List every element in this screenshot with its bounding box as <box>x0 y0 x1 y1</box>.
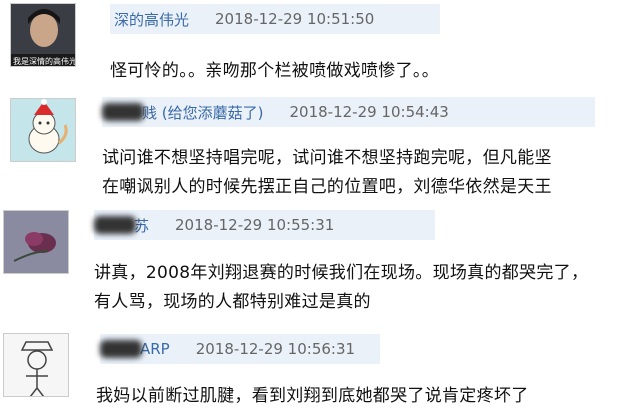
comment-line: 讲真，2008年刘翔退赛的时候我们在现场。现场真的都哭完了， <box>94 263 589 283</box>
avatar[interactable] <box>3 210 69 274</box>
avatar[interactable]: 我是深情的高伟光 <box>10 3 76 67</box>
comment-meta: ARP 2018-12-29 10:56:31 <box>100 334 380 364</box>
comment-line: 试问谁不想坚持唱完呢，试问谁不想坚持跑完呢，但凡能坚 <box>102 148 552 168</box>
comment-text: 怪可怜的。。亲吻那个栏被喷做戏喷惨了。。 <box>110 57 439 86</box>
timestamp: 2018-12-29 10:55:31 <box>175 216 335 234</box>
avatar-caption: 我是深情的高伟光 <box>13 57 76 66</box>
timestamp: 2018-12-29 10:51:50 <box>215 10 375 28</box>
comment-line: 怪可怜的。。亲吻那个栏被喷做戏喷惨了。。 <box>110 61 439 81</box>
comment-text: 我妈以前断过肌腱，看到刘翔到底她都哭了说肯定疼坏了 <box>96 382 529 411</box>
comment-line: 有人骂，现场的人都特别难过是真的 <box>94 292 371 312</box>
avatar[interactable] <box>10 98 76 162</box>
comment-line: 我妈以前断过肌腱，看到刘翔到底她都哭了说肯定疼坏了 <box>96 386 529 406</box>
comment-text: 试问谁不想坚持唱完呢，试问谁不想坚持跑完呢，但凡能坚 在嘲讽别人的时候先摆正自己… <box>102 144 552 202</box>
flower-photo-icon <box>4 211 68 273</box>
sketch-figure-icon <box>4 334 68 396</box>
username-link[interactable]: 深的高伟光 <box>110 9 189 30</box>
comment-line: 在嘲讽别人的时候先摆正自己的位置吧，刘德华依然是天王 <box>102 177 552 197</box>
username-redaction <box>102 103 144 121</box>
comment-meta: 深的高伟光 2018-12-29 10:51:50 <box>110 4 440 34</box>
username-redaction <box>94 216 136 234</box>
cat-santa-hat-icon <box>11 99 75 161</box>
username-redaction <box>100 340 142 358</box>
timestamp: 2018-12-29 10:56:31 <box>195 340 356 358</box>
comment-meta: 贱 (给您添蘑菇了) 2018-12-29 10:54:43 <box>102 97 595 127</box>
comment-meta: 苏 2018-12-29 10:55:31 <box>94 210 435 240</box>
comment-text: 讲真，2008年刘翔退赛的时候我们在现场。现场真的都哭完了， 有人骂，现场的人都… <box>94 259 588 317</box>
timestamp: 2018-12-29 10:54:43 <box>289 103 449 121</box>
username-link[interactable]: 贱 (给您添蘑菇了) <box>138 102 263 123</box>
avatar[interactable] <box>3 333 69 397</box>
